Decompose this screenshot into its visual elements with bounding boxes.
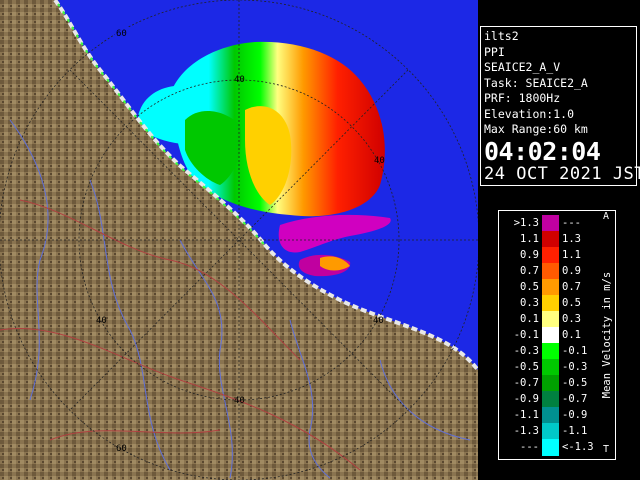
legend-swatch: [542, 231, 559, 248]
legend-high-value: 0.5: [562, 297, 581, 309]
legend-swatch: [542, 423, 559, 440]
legend-swatch: [542, 407, 559, 424]
legend-row: 0.9 1.1: [499, 247, 615, 264]
legend-swatch: [542, 343, 559, 360]
legend-row: --- <-1.3: [499, 439, 615, 456]
ring-label-40-s: 40: [234, 396, 245, 406]
legend-swatch: [542, 327, 559, 344]
max-range-value: Max Range:60 km: [484, 122, 588, 136]
legend-high-value: -0.7: [562, 393, 588, 405]
legend-row: 0.7 0.9: [499, 263, 615, 280]
legend-low-value: >1.3: [513, 217, 539, 229]
legend-high-value: -0.5: [562, 377, 588, 389]
legend-low-value: -0.7: [513, 377, 539, 389]
ring-label-40-se: 40: [373, 316, 384, 326]
legend-swatch: [542, 391, 559, 408]
legend-low-value: 0.3: [520, 297, 539, 309]
legend-row: -0.3 -0.1: [499, 343, 615, 360]
legend-high-value: 0.9: [562, 265, 581, 277]
legend-high-value: -0.3: [562, 361, 588, 373]
scan-date: 24 OCT 2021 JST: [484, 163, 640, 184]
legend-row: >1.3 ---: [499, 215, 615, 232]
legend-row: 0.5 0.7: [499, 279, 615, 296]
scan-time: 04:02:04: [484, 136, 601, 166]
legend-low-value: -1.1: [513, 409, 539, 421]
legend-swatch: [542, 439, 559, 456]
legend-low-value: 0.5: [520, 281, 539, 293]
legend-row: 0.3 0.5: [499, 295, 615, 312]
legend-low-value: -0.3: [513, 345, 539, 357]
legend-high-value: 0.1: [562, 329, 581, 341]
legend-swatch: [542, 279, 559, 296]
legend-swatch: [542, 359, 559, 376]
velocity-legend: >1.3 --- 1.1 1.3 0.9 1.1 0.7 0.9 0.5 0.7 0.3 0.5 0.1…: [498, 210, 616, 460]
legend-low-value: 0.7: [520, 265, 539, 277]
legend-swatch: [542, 375, 559, 392]
ring-label-40-ne: 40: [374, 156, 385, 166]
legend-swatch: [542, 247, 559, 264]
legend-low-value: 0.9: [520, 249, 539, 261]
legend-low-value: -1.3: [513, 425, 539, 437]
legend-swatch: [542, 263, 559, 280]
radar-map-canvas: 60 40 40 40 40 40 60: [0, 0, 478, 480]
prf-value: PRF: 1800Hz: [484, 91, 561, 105]
legend-high-value: -0.1: [562, 345, 588, 357]
legend-low-value: 0.1: [520, 313, 539, 325]
product-name: SEAICE2_A_V: [484, 60, 561, 74]
task-name: Task: SEAICE2_A: [484, 75, 588, 90]
legend-row: 1.1 1.3: [499, 231, 615, 248]
legend-row: 0.1 0.3: [499, 311, 615, 328]
legend-swatch: [542, 215, 559, 232]
legend-low-value: -0.5: [513, 361, 539, 373]
radar-ppi-map: 60 40 40 40 40 40 60: [0, 0, 478, 480]
scan-type: PPI: [484, 44, 505, 59]
legend-high-value: 0.7: [562, 281, 581, 293]
scan-info-panel: ilts2 PPI SEAICE2_A_V Task: SEAICE2_A PR…: [480, 26, 640, 186]
legend-title: Mean Velocity in m/s: [601, 271, 613, 399]
legend-swatch: [542, 311, 559, 328]
legend-high-value: <-1.3: [562, 441, 594, 453]
legend-row: -0.9 -0.7: [499, 391, 615, 408]
legend-title-wrap: Mean Velocity in m/s: [599, 211, 615, 459]
legend-high-value: 1.1: [562, 249, 581, 261]
legend-low-value: -0.1: [513, 329, 539, 341]
legend-low-value: ---: [520, 441, 539, 453]
ring-label-40-n: 40: [234, 75, 245, 85]
legend-high-value: 1.3: [562, 233, 581, 245]
legend-row: -1.3 -1.1: [499, 423, 615, 440]
legend-low-value: -0.9: [513, 393, 539, 405]
legend-row: -0.1 0.1: [499, 327, 615, 344]
legend-toward-marker: T: [603, 444, 610, 455]
ring-label-40-sw: 40: [96, 316, 107, 326]
site-name: ilts2: [484, 29, 519, 43]
legend-high-value: 0.3: [562, 313, 581, 325]
ring-label-60-sw: 60: [116, 444, 127, 454]
elevation-value: Elevation:1.0: [484, 106, 575, 121]
ring-label-60-nw: 60: [116, 29, 127, 39]
legend-low-value: 1.1: [520, 233, 539, 245]
legend-high-value: -1.1: [562, 425, 588, 437]
legend-high-value: -0.9: [562, 409, 588, 421]
legend-high-value: ---: [562, 217, 581, 229]
legend-row: -0.5 -0.3: [499, 359, 615, 376]
legend-row: -0.7 -0.5: [499, 375, 615, 392]
legend-row: -1.1 -0.9: [499, 407, 615, 424]
legend-swatch: [542, 295, 559, 312]
